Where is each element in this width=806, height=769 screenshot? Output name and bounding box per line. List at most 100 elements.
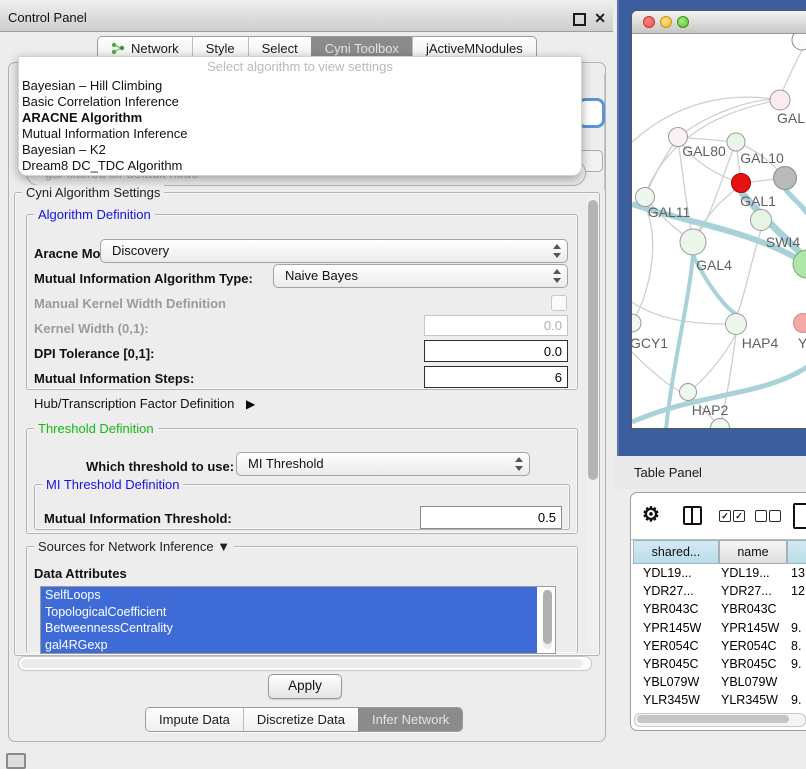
gear-icon[interactable]: ⚙ bbox=[642, 502, 660, 527]
scrollbar-thumb[interactable] bbox=[637, 715, 789, 723]
network-node[interactable] bbox=[680, 384, 697, 401]
mi-type-combo[interactable]: Naive Bayes bbox=[273, 264, 568, 288]
tab-discretize-data[interactable]: Discretize Data bbox=[243, 708, 358, 731]
attribute-item-selected[interactable]: TopologicalCoefficient bbox=[41, 604, 537, 621]
column-header-name[interactable]: name bbox=[719, 540, 787, 564]
close-icon[interactable]: ✕ bbox=[594, 9, 606, 27]
cell: 9. bbox=[791, 655, 801, 673]
network-node[interactable] bbox=[792, 34, 806, 50]
algorithm-option[interactable]: Basic Correlation Inference bbox=[19, 94, 581, 110]
node-label: GAL bbox=[777, 110, 805, 126]
split-columns-icon[interactable] bbox=[683, 506, 702, 525]
bottom-tabbar: Impute Data Discretize Data Infer Networ… bbox=[145, 707, 463, 732]
cell: YDL19... bbox=[643, 564, 692, 582]
tab-style-label: Style bbox=[206, 41, 235, 56]
aracne-mode-value: Discovery bbox=[112, 240, 169, 262]
node-label: GAL11 bbox=[648, 204, 691, 220]
partial-corner-icon[interactable] bbox=[6, 753, 26, 769]
algorithm-option[interactable]: Bayesian – Hill Climbing bbox=[19, 78, 581, 94]
node-label: HAP2 bbox=[692, 402, 729, 418]
hub-definition-label: Hub/Transcription Factor Definition bbox=[34, 396, 234, 411]
attribute-item-selected[interactable]: BetweennessCentrality bbox=[41, 620, 537, 637]
document-icon[interactable] bbox=[793, 503, 806, 529]
algorithm-option[interactable]: Bayesian – K2 bbox=[19, 142, 581, 158]
dpi-tolerance-field[interactable] bbox=[424, 340, 568, 362]
table-row[interactable]: YDR27...YDR27...12 bbox=[633, 582, 806, 600]
table-panel-header: Table Panel bbox=[613, 456, 806, 489]
table-row[interactable]: YBR045CYBR045C9. bbox=[633, 655, 806, 673]
which-threshold-label: Which threshold to use: bbox=[86, 459, 234, 474]
algorithm-option[interactable]: Dream8 DC_TDC Algorithm bbox=[19, 158, 581, 174]
attribute-item-selected[interactable]: SelfLoops bbox=[41, 587, 537, 604]
settings-vertical-scrollbar[interactable] bbox=[587, 196, 599, 648]
data-attributes-label: Data Attributes bbox=[34, 566, 127, 581]
tab-impute-data-label: Impute Data bbox=[159, 712, 230, 727]
table-row[interactable]: YBL079WYBL079W bbox=[633, 673, 806, 691]
table-row[interactable]: YER054CYER054C8. bbox=[633, 637, 806, 655]
scrollbar-thumb[interactable] bbox=[543, 590, 552, 644]
scrollbar-thumb[interactable] bbox=[588, 200, 598, 480]
network-node[interactable] bbox=[680, 229, 706, 255]
checkbox-checked-icon[interactable]: ✓ bbox=[733, 510, 745, 522]
float-window-icon[interactable] bbox=[573, 13, 586, 26]
attributes-scrollbar[interactable] bbox=[543, 589, 552, 649]
aracne-mode-combo[interactable]: Discovery bbox=[100, 239, 568, 263]
table-body[interactable]: YDL19...YDL19...13 YDR27...YDR27...12 YB… bbox=[633, 564, 806, 713]
table-row[interactable]: YBR043CYBR043C bbox=[633, 600, 806, 618]
checkbox-unchecked-icon[interactable] bbox=[769, 510, 781, 522]
table-horizontal-scrollbar[interactable] bbox=[634, 713, 806, 727]
which-threshold-value: MI Threshold bbox=[248, 453, 324, 475]
which-threshold-combo[interactable]: MI Threshold bbox=[236, 452, 530, 476]
close-traffic-light[interactable] bbox=[643, 16, 655, 28]
apply-button[interactable]: Apply bbox=[268, 674, 342, 699]
checkbox-checked-icon[interactable]: ✓ bbox=[719, 510, 731, 522]
cell: 9. bbox=[791, 619, 801, 637]
settings-horizontal-scrollbar[interactable] bbox=[18, 656, 592, 671]
network-node-selected[interactable] bbox=[732, 174, 751, 193]
network-node[interactable] bbox=[794, 314, 806, 333]
expand-right-icon[interactable]: ▶ bbox=[246, 397, 255, 411]
table-row[interactable]: YPR145WYPR145W9. bbox=[633, 619, 806, 637]
tab-select-label: Select bbox=[262, 41, 298, 56]
sources-group-title: Sources for Network Inference ▼ bbox=[34, 539, 234, 554]
attribute-item-selected[interactable]: gal4RGexp bbox=[41, 637, 537, 654]
spinner-icon bbox=[552, 269, 560, 283]
network-node[interactable] bbox=[726, 314, 747, 335]
kernel-width-field[interactable] bbox=[424, 315, 568, 336]
network-graph: GAL GAL80 GAL10 GAL1 GAL11 SWI4 GAL4 GCY… bbox=[632, 34, 806, 428]
threshold-definition-title: Threshold Definition bbox=[34, 421, 158, 436]
algorithm-option[interactable]: Mutual Information Inference bbox=[19, 126, 581, 142]
network-node[interactable] bbox=[751, 210, 772, 231]
cell: 13 bbox=[791, 564, 805, 582]
scrollbar-thumb[interactable] bbox=[21, 659, 583, 668]
table-row[interactable]: YDL19...YDL19...13 bbox=[633, 564, 806, 582]
collapse-down-icon[interactable]: ▼ bbox=[217, 539, 230, 554]
mi-threshold-field[interactable] bbox=[420, 506, 562, 529]
network-node[interactable] bbox=[632, 314, 641, 332]
mi-threshold-group-title: MI Threshold Definition bbox=[42, 477, 183, 492]
hub-definition-expander[interactable]: Hub/Transcription Factor Definition ▶ bbox=[34, 396, 255, 411]
column-header-partial[interactable] bbox=[787, 540, 806, 564]
table-row[interactable]: YLR345WYLR345W9. bbox=[633, 691, 806, 709]
checkbox-unchecked-icon[interactable] bbox=[755, 510, 767, 522]
network-node[interactable] bbox=[774, 167, 797, 190]
screen: Control Panel ✕ Network Style Select Cyn… bbox=[0, 0, 806, 762]
data-attributes-list[interactable]: SelfLoops TopologicalCoefficient Between… bbox=[40, 586, 556, 654]
network-canvas[interactable]: GAL GAL80 GAL10 GAL1 GAL11 SWI4 GAL4 GCY… bbox=[632, 34, 806, 428]
mi-threshold-label: Mutual Information Threshold: bbox=[44, 511, 232, 526]
tab-impute-data[interactable]: Impute Data bbox=[146, 708, 243, 731]
algorithm-option-selected[interactable]: ARACNE Algorithm bbox=[19, 110, 581, 126]
network-window-titlebar bbox=[632, 11, 806, 34]
manual-kernel-checkbox[interactable] bbox=[551, 295, 567, 311]
mi-steps-field[interactable] bbox=[424, 366, 568, 388]
network-icon bbox=[111, 42, 125, 55]
cell: 8. bbox=[791, 637, 801, 655]
column-header-shared[interactable]: shared... bbox=[633, 540, 719, 564]
network-node[interactable] bbox=[770, 90, 790, 110]
tab-infer-network[interactable]: Infer Network bbox=[358, 708, 462, 731]
mi-type-label: Mutual Information Algorithm Type: bbox=[34, 271, 253, 286]
zoom-traffic-light[interactable] bbox=[677, 16, 689, 28]
cell: YER054C bbox=[721, 637, 777, 655]
network-node[interactable] bbox=[727, 133, 745, 151]
minimize-traffic-light[interactable] bbox=[660, 16, 672, 28]
